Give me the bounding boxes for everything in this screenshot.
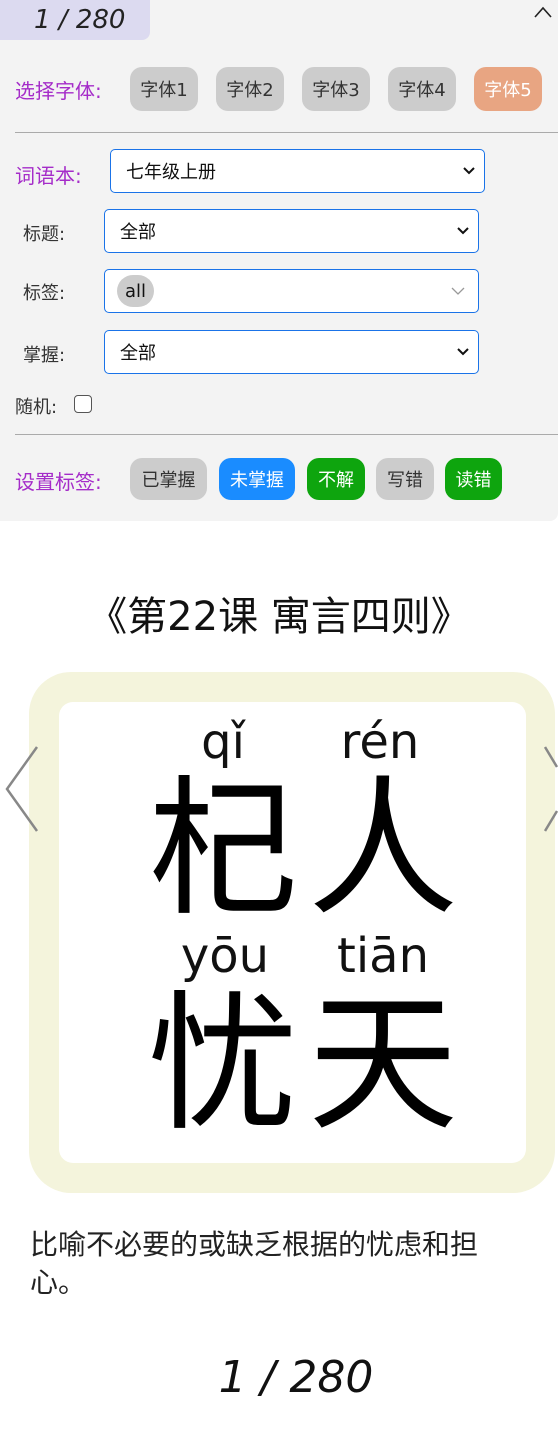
collapse-button[interactable]: [532, 2, 554, 22]
hanzi-4: 天: [307, 978, 458, 1152]
hanzi-2: 人: [307, 763, 458, 937]
divider: [15, 132, 558, 133]
lesson-title: 《第22课 寓言四则》: [87, 594, 471, 640]
font-option-2[interactable]: 字体2: [216, 67, 284, 111]
wordbook-label: 词语本:: [15, 164, 82, 188]
chevron-left-icon: [5, 746, 39, 832]
font-option-4[interactable]: 字体4: [388, 67, 456, 111]
tag-button-unclear[interactable]: 不解: [307, 458, 365, 500]
tag-button-mastered[interactable]: 已掌握: [130, 458, 207, 500]
hanzi-3: 忧: [147, 978, 298, 1152]
pinyin-1: qǐ: [201, 714, 245, 770]
chevron-down-icon: [457, 348, 469, 356]
wordbook-value: 七年级上册: [126, 162, 216, 183]
top-counter: 1 / 280: [0, 0, 150, 40]
tag-button-miswritten[interactable]: 写错: [376, 458, 434, 500]
word-meaning: 比喻不必要的或缺乏根据的忧虑和担心。: [30, 1228, 479, 1299]
chevron-down-icon: [451, 287, 465, 295]
hanzi-1: 杞: [147, 763, 298, 937]
font-select-label: 选择字体:: [15, 79, 102, 103]
set-tags-label: 设置标签:: [15, 470, 102, 494]
title-filter-label: 标题:: [23, 224, 66, 245]
pinyin-4: tiān: [337, 928, 429, 984]
mastery-value: 全部: [120, 343, 156, 364]
mastery-select[interactable]: 全部: [104, 330, 479, 374]
chevron-down-icon: [457, 227, 469, 235]
tags-filter-label: 标签:: [23, 283, 66, 304]
divider: [15, 434, 558, 435]
random-checkbox[interactable]: [74, 395, 92, 413]
wordbook-select[interactable]: 七年级上册: [110, 149, 485, 193]
bottom-counter: 1 / 280: [218, 1352, 374, 1403]
tag-chip-all[interactable]: all: [117, 275, 155, 307]
chevron-right-icon: [543, 746, 558, 832]
tag-button-misread[interactable]: 读错: [445, 458, 502, 500]
chevron-down-icon: [463, 167, 475, 175]
pinyin-3: yōu: [180, 928, 270, 984]
font-option-3[interactable]: 字体3: [302, 67, 370, 111]
font-option-5[interactable]: 字体5: [474, 67, 542, 111]
next-button[interactable]: [543, 745, 558, 837]
font-option-1[interactable]: 字体1: [130, 67, 198, 111]
mastery-filter-label: 掌握:: [23, 345, 66, 366]
title-select[interactable]: 全部: [104, 209, 479, 253]
tags-select[interactable]: all: [104, 269, 479, 313]
title-value: 全部: [120, 222, 156, 243]
settings-panel: 1 / 280 选择字体: 字体1 字体2 字体3 字体4 字体5 词语本: 七…: [0, 0, 558, 521]
tag-button-not-mastered[interactable]: 未掌握: [219, 458, 295, 500]
random-label: 随机:: [15, 397, 58, 418]
pinyin-2: rén: [340, 714, 420, 770]
prev-button[interactable]: [4, 745, 40, 837]
chevron-up-icon: [534, 6, 552, 18]
